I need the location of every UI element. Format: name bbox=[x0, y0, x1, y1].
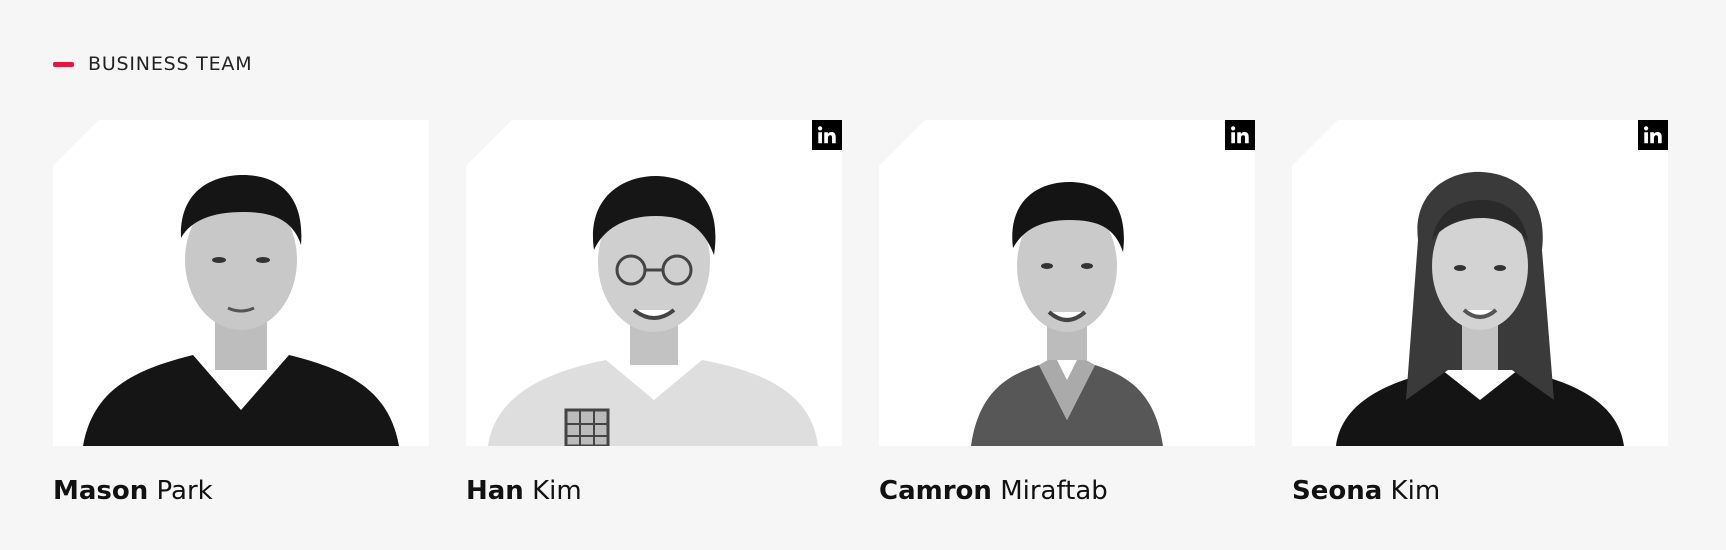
member-photo bbox=[466, 120, 842, 446]
member-name: Seona Kim bbox=[1292, 476, 1668, 506]
member-last-name: Kim bbox=[1390, 476, 1441, 506]
member-portrait-image bbox=[488, 175, 818, 446]
member-name: Camron Miraftab bbox=[879, 476, 1255, 506]
team-grid: Mason Park Han Kim Camron Miraftab Seona… bbox=[53, 120, 1668, 506]
linkedin-button[interactable] bbox=[1638, 120, 1668, 150]
member-portrait-image bbox=[971, 182, 1163, 446]
member-first-name: Seona bbox=[1292, 476, 1383, 506]
member-photo bbox=[1292, 120, 1668, 446]
member-portrait-image bbox=[1336, 171, 1624, 446]
member-first-name: Camron bbox=[879, 476, 992, 506]
member-first-name: Mason bbox=[53, 476, 149, 506]
team-member-card: Han Kim bbox=[466, 120, 842, 506]
section-header: BUSINESS TEAM bbox=[53, 52, 252, 76]
linkedin-button[interactable] bbox=[1225, 120, 1255, 150]
member-last-name: Miraftab bbox=[1000, 476, 1108, 506]
accent-dash bbox=[53, 61, 74, 67]
team-member-card: Camron Miraftab bbox=[879, 120, 1255, 506]
member-first-name: Han bbox=[466, 476, 524, 506]
member-photo bbox=[879, 120, 1255, 446]
team-member-card: Mason Park bbox=[53, 120, 429, 506]
linkedin-icon bbox=[1644, 126, 1662, 144]
member-last-name: Kim bbox=[532, 476, 582, 506]
team-member-card: Seona Kim bbox=[1292, 120, 1668, 506]
member-last-name: Park bbox=[156, 476, 213, 506]
member-photo bbox=[53, 120, 429, 446]
member-name: Han Kim bbox=[466, 476, 842, 506]
member-portrait-image bbox=[83, 175, 399, 446]
linkedin-button[interactable] bbox=[812, 120, 842, 150]
member-name: Mason Park bbox=[53, 476, 429, 506]
linkedin-icon bbox=[1231, 126, 1249, 144]
section-title: BUSINESS TEAM bbox=[88, 53, 253, 75]
linkedin-icon bbox=[818, 126, 836, 144]
